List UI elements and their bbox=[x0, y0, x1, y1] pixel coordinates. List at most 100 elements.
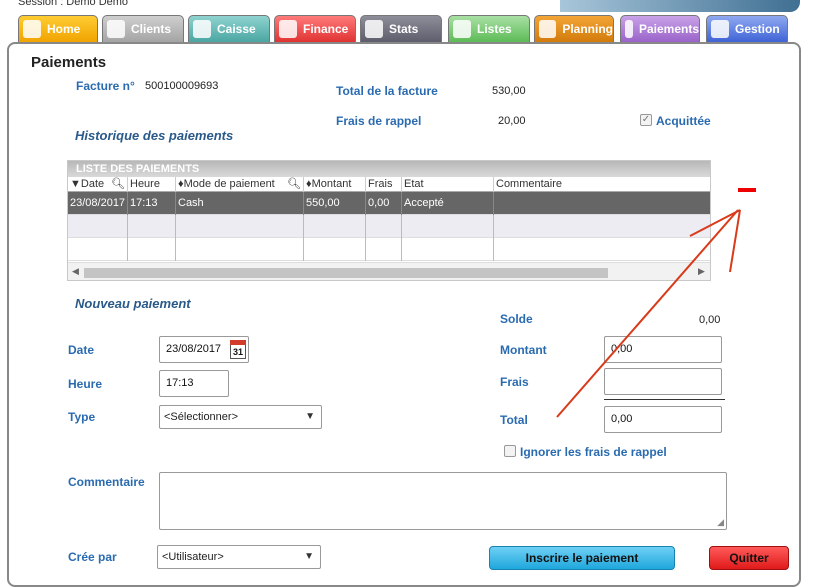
col-mode-label: Mode de paiement bbox=[183, 178, 275, 190]
facture-value: 500100009693 bbox=[145, 80, 219, 92]
grid-title: LISTE DES PAIEMENTS bbox=[68, 161, 710, 177]
cell-date: 23/08/2017 bbox=[68, 192, 128, 215]
nouveau-paiement-title: Nouveau paiement bbox=[75, 296, 191, 311]
cell-commentaire bbox=[494, 192, 710, 215]
table-row-empty bbox=[68, 215, 710, 238]
col-montant[interactable]: ♦Montant bbox=[304, 177, 366, 192]
table-row-empty bbox=[68, 238, 710, 261]
tab-listes-label: Listes bbox=[477, 22, 512, 36]
list-icon bbox=[453, 20, 471, 38]
date-input[interactable]: 23/08/2017 31 bbox=[159, 336, 249, 363]
total-divider bbox=[604, 399, 725, 400]
calendar-icon[interactable]: 31 bbox=[230, 340, 246, 359]
search-icon[interactable]: 🔍︎ bbox=[287, 177, 303, 192]
tab-paiements[interactable]: Paiements bbox=[620, 15, 700, 42]
cree-par-label: Crée par bbox=[68, 550, 117, 564]
inscrire-paiement-button[interactable]: Inscrire le paiement bbox=[489, 546, 675, 570]
wrench-icon bbox=[711, 20, 729, 38]
tab-home-label: Home bbox=[47, 22, 81, 36]
cell-heure: 17:13 bbox=[128, 192, 176, 215]
tab-gestion-label: Gestion bbox=[735, 22, 780, 36]
frais-rappel-label: Frais de rappel bbox=[336, 114, 422, 128]
total-label: Total bbox=[500, 413, 528, 427]
facture-label: Facture n° bbox=[76, 79, 135, 93]
cree-par-select-value: <Utilisateur> bbox=[162, 551, 224, 563]
header-band bbox=[560, 0, 800, 12]
type-select-value: <Sélectionner> bbox=[164, 411, 238, 423]
acquittee-label: Acquittée bbox=[656, 114, 711, 128]
cell-montant: 550,00 bbox=[304, 192, 366, 215]
total-facture-label: Total de la facture bbox=[336, 84, 438, 98]
tab-planning-label: Planning bbox=[562, 22, 613, 36]
scroll-left-icon[interactable]: ◀ bbox=[72, 266, 79, 277]
col-date-label: Date bbox=[80, 178, 105, 190]
tab-caisse-label: Caisse bbox=[217, 22, 256, 36]
tab-planning[interactable]: Planning bbox=[534, 15, 614, 42]
date-label: Date bbox=[68, 343, 95, 357]
cell-etat: Accepté bbox=[402, 192, 494, 215]
session-label: Session : Demo Demo bbox=[18, 0, 129, 8]
col-commentaire[interactable]: Commentaire bbox=[494, 177, 710, 192]
date-value: 23/08/2017 bbox=[166, 343, 222, 355]
solde-value: 0,00 bbox=[699, 314, 721, 326]
chevron-down-icon: ▼ bbox=[305, 411, 315, 422]
scrollbar-thumb[interactable] bbox=[84, 268, 608, 278]
type-select[interactable]: <Sélectionner> ▼ bbox=[159, 405, 322, 429]
frais-rappel-value: 20,00 bbox=[498, 115, 526, 127]
type-label: Type bbox=[68, 410, 96, 424]
payment-icon bbox=[625, 20, 633, 38]
page-title: Paiements bbox=[31, 54, 107, 71]
user-icon bbox=[107, 20, 125, 38]
chart-line-icon bbox=[365, 20, 383, 38]
montant-input[interactable]: 0,00 bbox=[604, 336, 722, 363]
tab-gestion[interactable]: Gestion bbox=[706, 15, 788, 42]
total-input[interactable]: 0,00 bbox=[604, 406, 722, 433]
house-icon bbox=[23, 20, 41, 38]
cell-frais: 0,00 bbox=[366, 192, 402, 215]
chevron-down-icon: ▼ bbox=[304, 551, 314, 562]
ignorer-frais-checkbox[interactable] bbox=[504, 445, 516, 457]
tab-home[interactable]: Home bbox=[18, 15, 98, 42]
heure-input[interactable]: 17:13 bbox=[159, 370, 229, 397]
payments-grid: LISTE DES PAIEMENTS ▼Date 🔍︎ Heure ♦Mode… bbox=[67, 160, 711, 281]
col-montant-label: Montant bbox=[311, 178, 352, 190]
col-heure[interactable]: Heure bbox=[128, 177, 176, 192]
col-etat-label: Etat bbox=[404, 178, 424, 190]
horizontal-scrollbar[interactable]: ◀ ▶ bbox=[68, 262, 710, 280]
search-icon[interactable]: 🔍︎ bbox=[111, 177, 127, 192]
commentaire-textarea[interactable]: ◢ bbox=[159, 472, 727, 530]
cree-par-select[interactable]: <Utilisateur> ▼ bbox=[157, 545, 321, 569]
montant-label: Montant bbox=[500, 343, 547, 357]
tab-caisse[interactable]: Caisse bbox=[188, 15, 270, 42]
cash-register-icon bbox=[193, 20, 211, 38]
col-etat[interactable]: Etat bbox=[402, 177, 494, 192]
resize-handle-icon[interactable]: ◢ bbox=[717, 517, 724, 528]
col-frais[interactable]: Frais bbox=[366, 177, 402, 192]
frais-label: Frais bbox=[500, 375, 529, 389]
total-facture-value: 530,00 bbox=[492, 85, 526, 97]
tab-finance-label: Finance bbox=[303, 22, 349, 36]
tab-stats[interactable]: Stats bbox=[360, 15, 442, 42]
table-row[interactable]: 23/08/2017 17:13 Cash 550,00 0,00 Accept… bbox=[68, 192, 710, 215]
col-date[interactable]: ▼Date 🔍︎ bbox=[68, 177, 128, 192]
scroll-right-icon[interactable]: ▶ bbox=[698, 266, 705, 277]
solde-label: Solde bbox=[500, 312, 533, 326]
tab-stats-label: Stats bbox=[389, 22, 419, 36]
col-commentaire-label: Commentaire bbox=[496, 178, 563, 190]
tab-finance[interactable]: Finance bbox=[274, 15, 356, 42]
grid-header: ▼Date 🔍︎ Heure ♦Mode de paiement 🔍︎ ♦Mon… bbox=[68, 177, 710, 192]
frais-input[interactable] bbox=[604, 368, 722, 395]
cell-mode: Cash bbox=[176, 192, 304, 215]
quitter-button[interactable]: Quitter bbox=[709, 546, 789, 570]
col-heure-label: Heure bbox=[130, 178, 160, 190]
heure-label: Heure bbox=[68, 377, 103, 391]
tab-listes[interactable]: Listes bbox=[448, 15, 530, 42]
historique-title: Historique des paiements bbox=[75, 128, 234, 143]
col-mode[interactable]: ♦Mode de paiement 🔍︎ bbox=[176, 177, 304, 192]
tab-clients[interactable]: Clients bbox=[102, 15, 184, 42]
calendar-icon bbox=[539, 20, 557, 38]
acquittee-checkbox: ✓ bbox=[640, 114, 652, 126]
commentaire-label: Commentaire bbox=[68, 475, 145, 489]
finance-icon bbox=[279, 20, 297, 38]
col-frais-label: Frais bbox=[368, 178, 393, 190]
